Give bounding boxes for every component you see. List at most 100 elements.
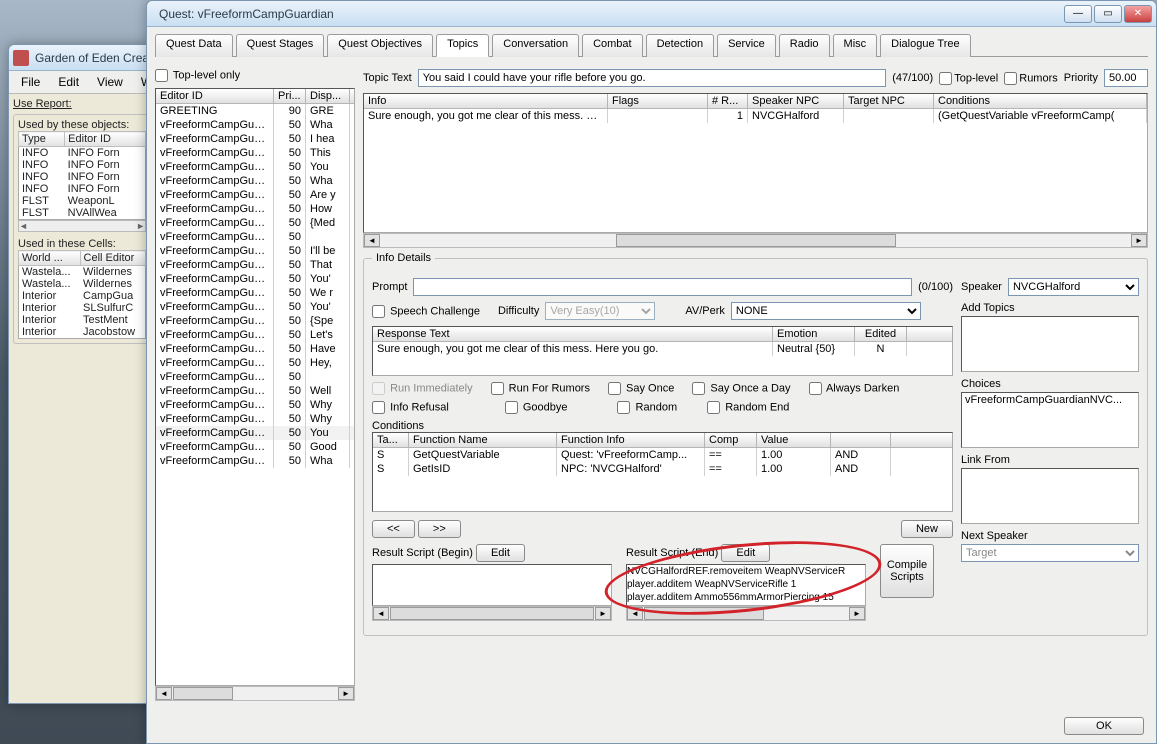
linkfrom-box[interactable]	[961, 468, 1139, 524]
quest-title: Quest: vFreeformCampGuardian	[151, 7, 1064, 21]
tab-quest-stages[interactable]: Quest Stages	[236, 34, 325, 57]
topics-scrollbar[interactable]: ◄►	[155, 686, 355, 701]
edit-end-button[interactable]: Edit	[721, 544, 770, 562]
list-item[interactable]: vFreeformCampGuardi...50You	[156, 160, 354, 174]
list-item[interactable]: GREETING90GRE	[156, 104, 354, 118]
rumors-check[interactable]: Rumors	[1004, 72, 1058, 85]
geck-title: Garden of Eden Crea	[35, 51, 151, 65]
list-item[interactable]: vFreeformCampGuardi...50We r	[156, 286, 354, 300]
list-item[interactable]: vFreeformCampGuardi...50Hey,	[156, 356, 354, 370]
maximize-button[interactable]: ▭	[1094, 5, 1122, 23]
table-row[interactable]: SGetIsIDNPC: 'NVCGHalford'==1.00AND	[373, 462, 952, 476]
menu-edit[interactable]: Edit	[50, 73, 87, 91]
avperk-select[interactable]: NONE	[731, 302, 921, 320]
tab-service[interactable]: Service	[717, 34, 776, 57]
list-item[interactable]: vFreeformCampGuardi...50	[156, 230, 354, 244]
add-topics-box[interactable]	[961, 316, 1139, 372]
tab-misc[interactable]: Misc	[833, 34, 878, 57]
say-once[interactable]: Say Once	[608, 382, 674, 395]
compile-button[interactable]: Compile Scripts	[880, 544, 934, 598]
list-item[interactable]: vFreeformCampGuardi...50Why	[156, 412, 354, 426]
list-item[interactable]: vFreeformCampGuardi...50How	[156, 202, 354, 216]
used-by-table[interactable]: TypeEditor ID INFOINFO FornINFOINFO Forn…	[18, 131, 146, 220]
list-item[interactable]: vFreeformCampGuardi...50Why	[156, 398, 354, 412]
difficulty-label: Difficulty	[498, 305, 539, 317]
topics-list[interactable]: Editor ID Pri... Disp... GREETING90GREvF…	[155, 88, 355, 686]
nextspeaker-select[interactable]: Target	[961, 544, 1139, 562]
run-for-rumors[interactable]: Run For Rumors	[491, 382, 590, 395]
priority-input[interactable]	[1104, 69, 1148, 87]
topic-counter: (47/100)	[892, 72, 933, 84]
minimize-button[interactable]: —	[1064, 5, 1092, 23]
list-item[interactable]: vFreeformCampGuardi...50Wha	[156, 118, 354, 132]
random[interactable]: Random	[617, 401, 677, 414]
ok-button[interactable]: OK	[1064, 717, 1144, 735]
list-item[interactable]: vFreeformCampGuardi...50Let's	[156, 328, 354, 342]
geck-window: Garden of Eden Crea File Edit View Wo Us…	[8, 44, 156, 704]
menu-file[interactable]: File	[13, 73, 48, 91]
list-item[interactable]: vFreeformCampGuardi...50Wha	[156, 454, 354, 468]
table-row[interactable]: SGetQuestVariableQuest: 'vFreeformCamp..…	[373, 448, 952, 462]
list-item[interactable]: vFreeformCampGuardi...50Well	[156, 384, 354, 398]
difficulty-select: Very Easy(10)	[545, 302, 655, 320]
info-refusal[interactable]: Info Refusal	[372, 401, 449, 414]
list-item[interactable]: vFreeformCampGuardi...50You'	[156, 272, 354, 286]
list-item[interactable]: vFreeformCampGuardi...50That	[156, 258, 354, 272]
list-item[interactable]: vFreeformCampGuardi...50Wha	[156, 174, 354, 188]
tab-radio[interactable]: Radio	[779, 34, 830, 57]
say-once-day[interactable]: Say Once a Day	[692, 382, 790, 395]
list-item[interactable]: vFreeformCampGuardi...50You'	[156, 300, 354, 314]
tab-detection[interactable]: Detection	[646, 34, 714, 57]
table-row[interactable]: Sure enough, you got me clear of this me…	[373, 342, 952, 356]
list-item[interactable]: vFreeformCampGuardi...50Have	[156, 342, 354, 356]
begin-scrollbar[interactable]: ◄►	[372, 606, 612, 621]
result-end-box[interactable]: NVCGHalfordREF.removeitem WeapNVServiceR…	[626, 564, 866, 606]
next-button[interactable]: >>	[418, 520, 461, 538]
prompt-input[interactable]	[413, 278, 912, 296]
geck-titlebar[interactable]: Garden of Eden Crea	[9, 45, 155, 71]
menu-view[interactable]: View	[89, 73, 131, 91]
tab-combat[interactable]: Combat	[582, 34, 643, 57]
always-darken[interactable]: Always Darken	[809, 382, 900, 395]
list-item[interactable]: vFreeformCampGuardi...50Are y	[156, 188, 354, 202]
info-list[interactable]: Info Flags # R... Speaker NPC Target NPC…	[363, 93, 1148, 233]
list-item[interactable]: vFreeformCampGuardi...50This	[156, 146, 354, 160]
close-button[interactable]: ✕	[1124, 5, 1152, 23]
speech-challenge[interactable]: Speech Challenge	[372, 305, 480, 318]
choices-label: Choices	[961, 378, 1139, 390]
toplevel-check[interactable]: Top-level	[939, 72, 998, 85]
tab-quest-objectives[interactable]: Quest Objectives	[327, 34, 433, 57]
tab-conversation[interactable]: Conversation	[492, 34, 579, 57]
use-report-label: Use Report:	[13, 98, 151, 110]
list-item[interactable]: vFreeformCampGuardi...50	[156, 370, 354, 384]
goodbye[interactable]: Goodbye	[505, 401, 568, 414]
quest-window: Quest: vFreeformCampGuardian — ▭ ✕ Quest…	[146, 0, 1157, 744]
list-item[interactable]: vFreeformCampGuardi...50{Spe	[156, 314, 354, 328]
quest-titlebar[interactable]: Quest: vFreeformCampGuardian — ▭ ✕	[147, 1, 1156, 27]
prev-button[interactable]: <<	[372, 520, 415, 538]
table-row[interactable]: Sure enough, you got me clear of this me…	[364, 109, 1147, 123]
tab-dialogue-tree[interactable]: Dialogue Tree	[880, 34, 971, 57]
response-list[interactable]: Response Text Emotion Edited Sure enough…	[372, 326, 953, 376]
list-item[interactable]: vFreeformCampGuardi...50{Med	[156, 216, 354, 230]
choices-box[interactable]: vFreeformCampGuardianNVC...	[961, 392, 1139, 448]
edit-begin-button[interactable]: Edit	[476, 544, 525, 562]
used-cells-label: Used in these Cells:	[18, 238, 146, 250]
toplevel-only[interactable]: Top-level only	[155, 69, 240, 82]
tabs: Quest DataQuest StagesQuest ObjectivesTo…	[155, 33, 1148, 57]
info-scrollbar[interactable]: ◄►	[363, 233, 1148, 248]
list-item[interactable]: vFreeformCampGuardi...50Good	[156, 440, 354, 454]
random-end[interactable]: Random End	[707, 401, 789, 414]
result-begin-box[interactable]	[372, 564, 612, 606]
new-button[interactable]: New	[901, 520, 953, 538]
topic-text-input[interactable]	[418, 69, 887, 87]
speaker-select[interactable]: NVCGHalford	[1008, 278, 1139, 296]
conditions-list[interactable]: Ta... Function Name Function Info Comp V…	[372, 432, 953, 512]
used-cells-table[interactable]: World ...Cell Editor Wastela...Wildernes…	[18, 250, 146, 339]
end-scrollbar[interactable]: ◄►	[626, 606, 866, 621]
list-item[interactable]: vFreeformCampGuardi...50I'll be	[156, 244, 354, 258]
tab-topics[interactable]: Topics	[436, 34, 489, 57]
tab-quest-data[interactable]: Quest Data	[155, 34, 233, 57]
list-item[interactable]: vFreeformCampGuardi...50I hea	[156, 132, 354, 146]
list-item[interactable]: vFreeformCampGuardi...50You	[156, 426, 354, 440]
